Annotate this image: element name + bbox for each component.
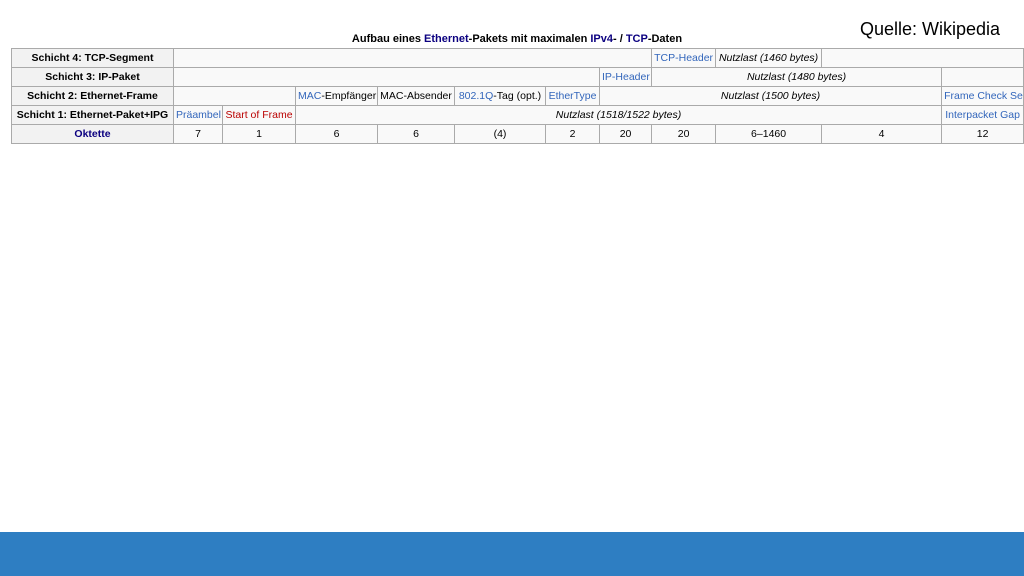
layer3-empty-cell-right xyxy=(941,67,1024,87)
mac-src-cell: MAC-Absender xyxy=(377,86,455,106)
octet-cell: 2 xyxy=(545,124,600,144)
ethertype-cell: EtherType xyxy=(545,86,600,106)
layer4-payload-cell: Nutzlast (1460 bytes) xyxy=(715,48,823,68)
ipv4-link[interactable]: IPv4 xyxy=(590,33,613,45)
octet-cell: 6 xyxy=(295,124,378,144)
table-row-layer2: Schicht 2: Ethernet-Frame MAC-Empfänger … xyxy=(11,86,1024,106)
mac-dest-cell: MAC-Empfänger xyxy=(295,86,378,106)
ethernet-packet-table: Schicht 4: TCP-Segment TCP-Header Nutzla… xyxy=(11,48,1024,144)
mac-dest-text: -Empfänger xyxy=(321,90,377,102)
caption-text-post: -Daten xyxy=(647,33,683,45)
mac-link[interactable]: MAC xyxy=(298,90,321,102)
row-header-layer3: Schicht 3: IP-Paket xyxy=(11,67,174,87)
layer2-payload-cell: Nutzlast (1500 bytes) xyxy=(598,86,943,106)
ip-header-cell: IP-Header xyxy=(598,67,653,87)
octet-cell: 20 xyxy=(598,124,653,144)
sof-link[interactable]: Start of Frame xyxy=(225,109,292,121)
fcs-link[interactable]: Frame Check Sequence xyxy=(944,90,1023,102)
octet-cell: 4 xyxy=(821,124,943,144)
octet-cell: 1 xyxy=(222,124,296,144)
layer1-payload-cell: Nutzlast (1518/1522 bytes) xyxy=(294,105,943,125)
footer-bar xyxy=(0,532,1024,576)
octet-cell: 6–1460 xyxy=(715,124,823,144)
preamble-link[interactable]: Präambel xyxy=(176,109,221,121)
octet-cell: 20 xyxy=(651,124,717,144)
octet-cell: 12 xyxy=(941,124,1024,144)
vlan-link[interactable]: 802.1Q xyxy=(459,90,493,102)
table-row-octets: Oktette 7 1 6 6 (4) 2 20 20 6–1460 4 12 xyxy=(11,124,1024,144)
caption-text-pre: Aufbau eines xyxy=(351,33,425,45)
tcp-header-cell: TCP-Header xyxy=(651,48,717,68)
table-row-layer1: Schicht 1: Ethernet-Paket+IPG Präambel S… xyxy=(11,105,1024,125)
row-header-layer4: Schicht 4: TCP-Segment xyxy=(11,48,174,68)
table-row-layer3: Schicht 3: IP-Paket IP-Header Nutzlast (… xyxy=(11,67,1024,87)
table-row-layer4: Schicht 4: TCP-Segment TCP-Header Nutzla… xyxy=(11,48,1024,68)
row-header-octets: Oktette xyxy=(11,124,174,144)
ethertype-link[interactable]: EtherType xyxy=(549,90,597,102)
octets-link[interactable]: Oktette xyxy=(74,128,110,140)
sof-cell: Start of Frame xyxy=(222,105,296,125)
ipg-cell: Interpacket Gap xyxy=(941,105,1024,125)
octet-cell: (4) xyxy=(454,124,546,144)
fcs-cell: Frame Check Sequence xyxy=(941,86,1024,106)
preamble-cell: Präambel xyxy=(173,105,223,125)
layer4-empty-cell-right xyxy=(821,48,1024,68)
layer3-empty-cell xyxy=(173,67,600,87)
ipg-link[interactable]: Interpacket Gap xyxy=(945,109,1020,121)
ethernet-link[interactable]: Ethernet xyxy=(424,33,469,45)
octet-cell: 7 xyxy=(173,124,223,144)
row-header-layer2: Schicht 2: Ethernet-Frame xyxy=(11,86,174,106)
table-caption: Aufbau eines Ethernet-Pakets mit maximal… xyxy=(12,33,1022,45)
caption-text-mid: -Pakets mit maximalen xyxy=(468,33,591,45)
row-header-layer1: Schicht 1: Ethernet-Paket+IPG xyxy=(11,105,174,125)
tcp-link[interactable]: TCP xyxy=(626,33,648,45)
octet-cell: 6 xyxy=(377,124,455,144)
layer4-empty-cell xyxy=(172,48,653,68)
tcp-header-link[interactable]: TCP-Header xyxy=(654,52,713,64)
vlan-tag-cell: 802.1Q-Tag (opt.) xyxy=(454,86,546,106)
vlan-tag-text: -Tag (opt.) xyxy=(493,90,542,102)
layer2-empty-cell xyxy=(173,86,296,106)
layer3-payload-cell: Nutzlast (1480 bytes) xyxy=(651,67,943,87)
caption-text-sep: - / xyxy=(612,33,626,45)
ip-header-link[interactable]: IP-Header xyxy=(602,71,650,83)
